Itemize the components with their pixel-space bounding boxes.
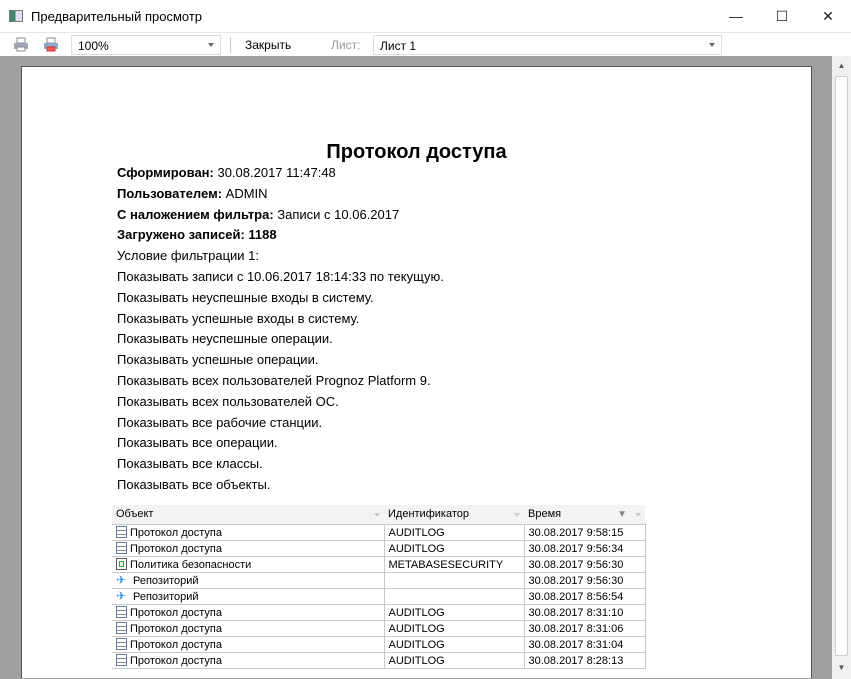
close-window-button[interactable]: ✕ <box>805 0 851 32</box>
table-row[interactable]: Протокол доступа AUDITLOG 30.08.2017 8:3… <box>112 620 646 637</box>
cell-id <box>383 572 525 589</box>
cell-time: 30.08.2017 8:31:10 <box>523 604 646 621</box>
print-icon[interactable] <box>13 37 29 52</box>
cell-object: Протокол доступа <box>112 636 385 653</box>
table-row[interactable]: Протокол доступа AUDITLOG 30.08.2017 8:3… <box>112 636 646 653</box>
cell-id: AUDITLOG <box>383 524 525 541</box>
cell-id: METABASESECURITY <box>383 556 525 573</box>
security-policy-icon <box>116 557 127 570</box>
title-bar: Предварительный просмотр — ☐ ✕ <box>0 0 851 32</box>
cell-id: AUDITLOG <box>383 540 525 557</box>
filter-condition: Показывать успешные входы в систему. <box>117 310 360 326</box>
scroll-thumb[interactable] <box>835 76 848 656</box>
toolbar-divider <box>230 37 231 53</box>
cell-time: 30.08.2017 8:56:54 <box>523 588 646 605</box>
app-icon <box>9 10 23 22</box>
sheet-select[interactable]: Лист 1 <box>373 35 722 55</box>
report-field: Загружено записей: 1188 <box>117 227 277 243</box>
cell-object: Протокол доступа <box>112 524 385 541</box>
zoom-value: 100% <box>78 39 109 53</box>
maximize-button[interactable]: ☐ <box>759 0 805 32</box>
table-row[interactable]: Политика безопасности METABASESECURITY 3… <box>112 556 646 573</box>
filter-condition: Показывать все объекты. <box>117 477 271 492</box>
cell-time: 30.08.2017 8:31:04 <box>523 636 646 653</box>
cell-id: AUDITLOG <box>383 636 525 653</box>
document-icon <box>116 605 127 618</box>
cell-object: Протокол доступа <box>112 620 385 637</box>
scroll-up-icon[interactable]: ▲ <box>834 58 849 74</box>
preview-area: Протокол доступа Сформирован: 30.08.2017… <box>0 56 832 679</box>
filter-condition: Показывать все рабочие станции. <box>117 414 323 430</box>
cell-time: 30.08.2017 9:56:34 <box>523 540 646 557</box>
sheet-label: Лист: <box>331 38 361 52</box>
document-icon <box>116 525 127 538</box>
cell-time: 30.08.2017 9:56:30 <box>523 572 646 589</box>
table-row[interactable]: ✈ Репозиторий 30.08.2017 9:56:30 <box>112 572 646 589</box>
column-header-time[interactable]: Время ▼ <box>524 505 645 525</box>
document-icon <box>116 653 127 666</box>
filter-condition: Показывать записи с 10.06.2017 18:14:33 … <box>117 269 444 284</box>
filter-condition: Показывать все операции. <box>117 435 278 451</box>
filter-condition: Показывать всех пользователей Prognoz Pl… <box>117 373 431 388</box>
print-setup-icon[interactable] <box>43 37 59 52</box>
cell-object: Политика безопасности <box>112 556 385 573</box>
repository-icon: ✈ <box>116 573 127 587</box>
report-title: Протокол доступа <box>326 141 507 163</box>
window-title: Предварительный просмотр <box>31 8 203 24</box>
vertical-scrollbar[interactable]: ▲ ▼ <box>832 56 851 679</box>
cell-time: 30.08.2017 8:28:13 <box>523 652 646 669</box>
document-icon <box>116 541 127 554</box>
filter-condition: Показывать все классы. <box>117 456 263 472</box>
table-row[interactable]: Протокол доступа AUDITLOG 30.08.2017 9:5… <box>112 524 646 541</box>
cell-time: 30.08.2017 9:56:30 <box>523 556 646 573</box>
filter-condition: Показывать всех пользователей ОС. <box>117 393 339 409</box>
chevron-down-icon <box>709 43 715 47</box>
column-header-id[interactable]: Идентификатор <box>384 505 524 525</box>
filter-condition: Условие фильтрации 1: <box>117 248 259 264</box>
document-icon <box>116 621 127 634</box>
report-field: С наложением фильтра: Записи с 10.06.201… <box>117 206 400 222</box>
cell-time: 30.08.2017 8:31:06 <box>523 620 646 637</box>
filter-condition: Показывать неуспешные входы в систему. <box>117 289 374 305</box>
zoom-select[interactable]: 100% <box>71 35 221 55</box>
cell-id <box>383 588 525 605</box>
minimize-button[interactable]: — <box>713 0 759 32</box>
table-row[interactable]: Протокол доступа AUDITLOG 30.08.2017 8:3… <box>112 604 646 621</box>
chevron-down-icon <box>208 43 214 47</box>
filter-condition: Показывать неуспешные операции. <box>117 331 333 347</box>
cell-object: ✈ Репозиторий <box>112 572 385 589</box>
cell-object: Протокол доступа <box>112 604 385 621</box>
report-table: Объект Идентификатор Время ▼ Протокол дос… <box>112 505 646 669</box>
report-field: Сформирован: 30.08.2017 11:47:48 <box>117 165 336 180</box>
column-header-object[interactable]: Объект <box>112 505 384 525</box>
cell-object: Протокол доступа <box>112 540 385 557</box>
filter-icon[interactable]: ▼ <box>617 505 627 524</box>
close-button[interactable]: Закрыть <box>245 38 291 52</box>
sort-icon <box>635 513 641 517</box>
cell-object: ✈ Репозиторий <box>112 588 385 605</box>
cell-object: Протокол доступа <box>112 652 385 669</box>
cell-time: 30.08.2017 9:58:15 <box>523 524 646 541</box>
table-row[interactable]: ✈ Репозиторий 30.08.2017 8:56:54 <box>112 588 646 605</box>
toolbar: 100% Закрыть Лист: Лист 1 <box>0 32 851 56</box>
sort-icon <box>514 513 520 517</box>
cell-id: AUDITLOG <box>383 604 525 621</box>
filter-condition: Показывать успешные операции. <box>117 352 319 368</box>
sheet-value: Лист 1 <box>380 39 417 53</box>
repository-icon: ✈ <box>116 589 127 603</box>
document-icon <box>116 637 127 650</box>
report-field: Пользователем: ADMIN <box>117 185 268 201</box>
table-row[interactable]: Протокол доступа AUDITLOG 30.08.2017 8:2… <box>112 652 646 669</box>
table-row[interactable]: Протокол доступа AUDITLOG 30.08.2017 9:5… <box>112 540 646 557</box>
report-page: Протокол доступа Сформирован: 30.08.2017… <box>21 66 812 678</box>
cell-id: AUDITLOG <box>383 652 525 669</box>
sort-icon <box>374 513 380 517</box>
scroll-down-icon[interactable]: ▼ <box>834 660 849 676</box>
cell-id: AUDITLOG <box>383 620 525 637</box>
